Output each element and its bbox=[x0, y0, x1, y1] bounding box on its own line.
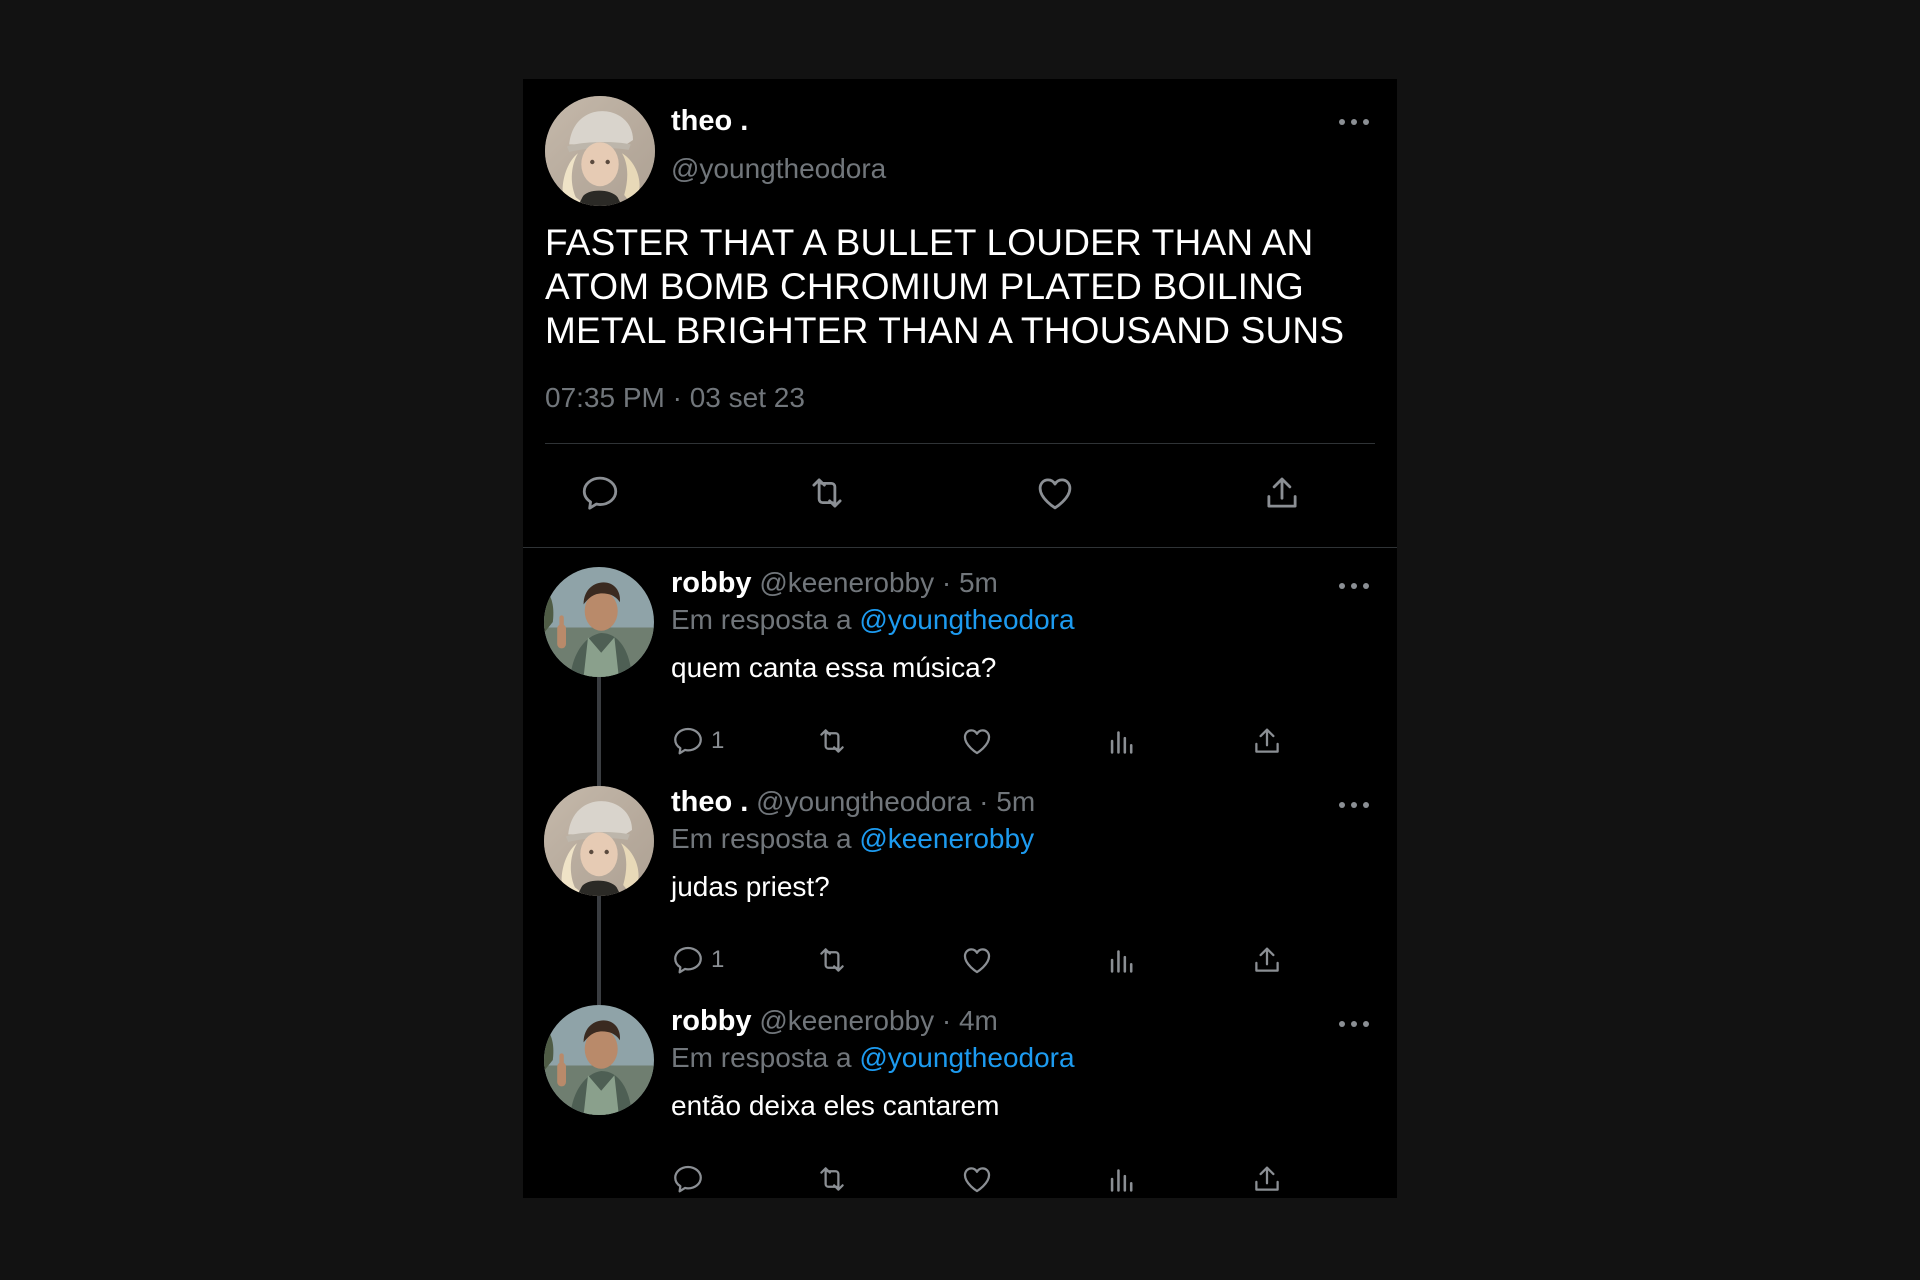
display-name[interactable]: robby bbox=[671, 1005, 752, 1037]
reply-tweet[interactable]: theo . @youngtheodora · 5m Em resposta a… bbox=[523, 774, 1397, 994]
reply-icon[interactable]: 1 bbox=[671, 942, 724, 978]
divider bbox=[523, 547, 1397, 548]
retweet-icon[interactable] bbox=[815, 723, 849, 759]
tweet-thread-card: theo . @youngtheodora FASTER THAT A BULL… bbox=[523, 79, 1397, 1198]
more-options-icon[interactable] bbox=[1339, 1019, 1369, 1029]
handle-and-time[interactable]: @keenerobby · 4m bbox=[752, 1005, 998, 1036]
retweet-icon[interactable] bbox=[815, 1161, 849, 1197]
reply-count: 1 bbox=[711, 946, 725, 973]
retweet-icon[interactable] bbox=[815, 942, 849, 978]
like-icon[interactable] bbox=[960, 942, 994, 978]
tweet-text: FASTER THAT A BULLET LOUDER THAN AN ATOM… bbox=[545, 222, 1345, 351]
avatar-theo[interactable] bbox=[545, 96, 655, 206]
replying-to: Em resposta a @youngtheodora bbox=[671, 1042, 1075, 1074]
like-icon[interactable] bbox=[960, 723, 994, 759]
share-icon[interactable] bbox=[1250, 942, 1284, 978]
like-icon[interactable] bbox=[1033, 471, 1077, 515]
tweet-timestamp[interactable]: 07:35 PM · 03 set 23 bbox=[545, 382, 805, 414]
reply-icon[interactable]: 1 bbox=[671, 723, 724, 759]
thread-line bbox=[597, 993, 601, 1005]
display-name[interactable]: theo . bbox=[671, 786, 748, 818]
handle-and-time[interactable]: @youngtheodora · 5m bbox=[748, 786, 1035, 817]
reply-text: quem canta essa música? bbox=[671, 652, 997, 683]
divider bbox=[545, 443, 1375, 444]
replying-prefix: Em resposta a bbox=[671, 1042, 860, 1073]
thread-line bbox=[597, 675, 601, 775]
avatar-robby[interactable] bbox=[544, 567, 654, 677]
reply-text: judas priest? bbox=[671, 871, 830, 902]
reply-tweet[interactable]: robby @keenerobby · 5m Em resposta a @yo… bbox=[523, 555, 1397, 775]
replying-prefix: Em resposta a bbox=[671, 604, 860, 635]
replying-prefix: Em resposta a bbox=[671, 823, 860, 854]
reply-count: 1 bbox=[711, 727, 725, 754]
views-icon[interactable] bbox=[1105, 942, 1139, 978]
mention-link[interactable]: @youngtheodora bbox=[859, 1042, 1074, 1073]
reply-tweet[interactable]: robby @keenerobby · 4m Em resposta a @yo… bbox=[523, 993, 1397, 1198]
thread-line bbox=[597, 774, 601, 786]
share-icon[interactable] bbox=[1250, 1161, 1284, 1197]
avatar-robby[interactable] bbox=[544, 1005, 654, 1115]
reply-header: robby @keenerobby · 4m bbox=[671, 1005, 998, 1038]
retweet-icon[interactable] bbox=[805, 471, 849, 515]
replying-to: Em resposta a @keenerobby bbox=[671, 823, 1034, 855]
display-name[interactable]: theo . bbox=[671, 105, 748, 138]
views-icon[interactable] bbox=[1105, 723, 1139, 759]
share-icon[interactable] bbox=[1250, 723, 1284, 759]
reply-text: então deixa eles cantarem bbox=[671, 1090, 1000, 1121]
reply-header: robby @keenerobby · 5m bbox=[671, 567, 998, 600]
share-icon[interactable] bbox=[1260, 471, 1304, 515]
reply-icon[interactable] bbox=[578, 471, 622, 515]
more-options-icon[interactable] bbox=[1339, 581, 1369, 591]
reply-actions: 1 bbox=[671, 723, 1291, 759]
views-icon[interactable] bbox=[1105, 1161, 1139, 1197]
reply-actions bbox=[671, 1161, 1291, 1197]
more-options-icon[interactable] bbox=[1339, 800, 1369, 810]
reply-icon[interactable] bbox=[671, 1161, 711, 1197]
reply-actions: 1 bbox=[671, 942, 1291, 978]
reply-header: theo . @youngtheodora · 5m bbox=[671, 786, 1035, 819]
display-name[interactable]: robby bbox=[671, 567, 752, 599]
more-options-icon[interactable] bbox=[1339, 117, 1369, 127]
like-icon[interactable] bbox=[960, 1161, 994, 1197]
thread-line bbox=[597, 894, 601, 994]
user-handle[interactable]: @youngtheodora bbox=[671, 153, 886, 185]
replying-to: Em resposta a @youngtheodora bbox=[671, 604, 1075, 636]
mention-link[interactable]: @keenerobby bbox=[859, 823, 1034, 854]
handle-and-time[interactable]: @keenerobby · 5m bbox=[752, 567, 998, 598]
mention-link[interactable]: @youngtheodora bbox=[859, 604, 1074, 635]
avatar-theo[interactable] bbox=[544, 786, 654, 896]
